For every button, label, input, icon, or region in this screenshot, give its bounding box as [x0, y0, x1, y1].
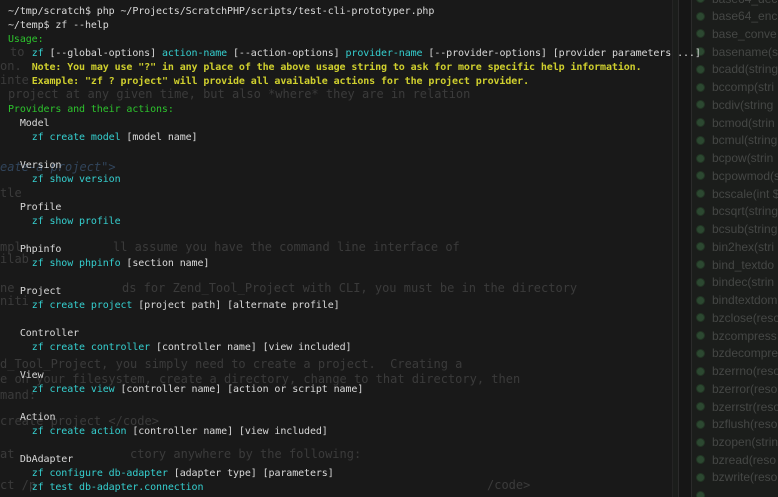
- terminal-text-segment: zf test db-adapter.connection: [32, 482, 204, 493]
- terminal-line: Project: [8, 285, 61, 299]
- terminal-text-segment: [8, 384, 32, 395]
- terminal-text-segment: [project path] [alternate profile]: [132, 300, 339, 311]
- terminal-text-segment: Providers and their actions:: [8, 104, 174, 115]
- terminal-text-segment: [8, 132, 32, 143]
- terminal-line: Version: [8, 159, 61, 173]
- terminal-line: Action: [8, 411, 55, 425]
- terminal-text-segment: DbAdapter: [8, 454, 73, 465]
- terminal-line: zf create action [controller name] [view…: [8, 425, 328, 439]
- terminal-text-segment: [8, 48, 32, 59]
- terminal-text-segment: Model: [8, 118, 49, 129]
- terminal-text-segment: zf show profile: [32, 216, 121, 227]
- terminal-text-segment: zf create project: [32, 300, 133, 311]
- screen: toon.inteproject at any given time, but …: [0, 0, 778, 497]
- terminal-text-segment: zf create controller: [32, 342, 150, 353]
- terminal-text-segment: [8, 426, 32, 437]
- terminal-line: View: [8, 369, 44, 383]
- terminal-text-segment: Example: "zf ? project" will provide all…: [32, 76, 529, 87]
- terminal-text-segment: Controller: [8, 328, 79, 339]
- terminal-line: zf show phpinfo [section name]: [8, 257, 209, 271]
- terminal-text-segment: Phpinfo: [8, 244, 61, 255]
- terminal-text-segment: [8, 342, 32, 353]
- terminal-line: zf test db-adapter.connection: [8, 481, 203, 495]
- terminal-text-segment: [8, 258, 32, 269]
- terminal-text-segment: ~/tmp/scratch$ php ~/Projects/ScratchPHP…: [8, 6, 434, 17]
- terminal-line: ~/tmp/scratch$ php ~/Projects/ScratchPHP…: [8, 5, 434, 19]
- terminal-line: zf create model [model name]: [8, 131, 197, 145]
- terminal-text-segment: zf create model: [32, 132, 121, 143]
- terminal-text-segment: Usage:: [8, 34, 44, 45]
- terminal-line: Profile: [8, 201, 61, 215]
- terminal-output[interactable]: ~/tmp/scratch$ php ~/Projects/ScratchPHP…: [0, 0, 778, 497]
- terminal-text-segment: Project: [8, 286, 61, 297]
- terminal-text-segment: Note: You may use "?" in any place of th…: [32, 62, 642, 73]
- terminal-text-segment: [8, 482, 32, 493]
- terminal-text-segment: zf show phpinfo: [32, 258, 121, 269]
- terminal-line: DbAdapter: [8, 453, 73, 467]
- terminal-text-segment: zf create view: [32, 384, 115, 395]
- terminal-text-segment: [8, 76, 32, 87]
- terminal-text-segment: Action: [8, 412, 55, 423]
- terminal-text-segment: [section name]: [121, 258, 210, 269]
- terminal-text-segment: Profile: [8, 202, 61, 213]
- terminal-text-segment: [--action-options]: [227, 48, 345, 59]
- terminal-line: zf [--global-options] action-name [--act…: [8, 47, 701, 61]
- terminal-line: Phpinfo: [8, 243, 61, 257]
- terminal-line: zf create view [controller name] [action…: [8, 383, 363, 397]
- terminal-text-segment: zf create action: [32, 426, 127, 437]
- terminal-text-segment: action-name: [162, 48, 227, 59]
- terminal-line: Model: [8, 117, 49, 131]
- terminal-line: zf configure db-adapter [adapter type] […: [8, 467, 334, 481]
- terminal-text-segment: [--provider-options] [provider parameter…: [422, 48, 700, 59]
- terminal-text-segment: [8, 468, 32, 479]
- terminal-line: ~/temp$ zf --help: [8, 19, 109, 33]
- terminal-line: Example: "zf ? project" will provide all…: [8, 75, 529, 89]
- terminal-text-segment: [controller name] [action or script name…: [115, 384, 364, 395]
- terminal-text-segment: View: [8, 370, 44, 381]
- terminal-text-segment: [model name]: [121, 132, 198, 143]
- terminal-text-segment: Version: [8, 160, 61, 171]
- terminal-text-segment: [8, 62, 32, 73]
- terminal-line: Providers and their actions:: [8, 103, 174, 117]
- terminal-text-segment: zf: [32, 48, 44, 59]
- terminal-text-segment: [adapter type] [parameters]: [168, 468, 334, 479]
- terminal-line: zf show version: [8, 173, 121, 187]
- terminal-text-segment: [controller name] [view included]: [126, 426, 327, 437]
- terminal-text-segment: [8, 216, 32, 227]
- terminal-line: Note: You may use "?" in any place of th…: [8, 61, 642, 75]
- terminal-text-segment: [8, 174, 32, 185]
- terminal-line: zf create controller [controller name] […: [8, 341, 351, 355]
- terminal-line: Controller: [8, 327, 79, 341]
- terminal-text-segment: zf show version: [32, 174, 121, 185]
- terminal-line: zf show profile: [8, 215, 121, 229]
- terminal-text-segment: zf configure db-adapter: [32, 468, 168, 479]
- terminal-line: Usage:: [8, 33, 44, 47]
- terminal-text-segment: [--global-options]: [44, 48, 162, 59]
- terminal-text-segment: ~/temp$ zf --help: [8, 20, 109, 31]
- terminal-text-segment: [controller name] [view included]: [150, 342, 351, 353]
- terminal-text-segment: provider-name: [346, 48, 423, 59]
- terminal-text-segment: [8, 300, 32, 311]
- terminal-line: zf create project [project path] [altern…: [8, 299, 340, 313]
